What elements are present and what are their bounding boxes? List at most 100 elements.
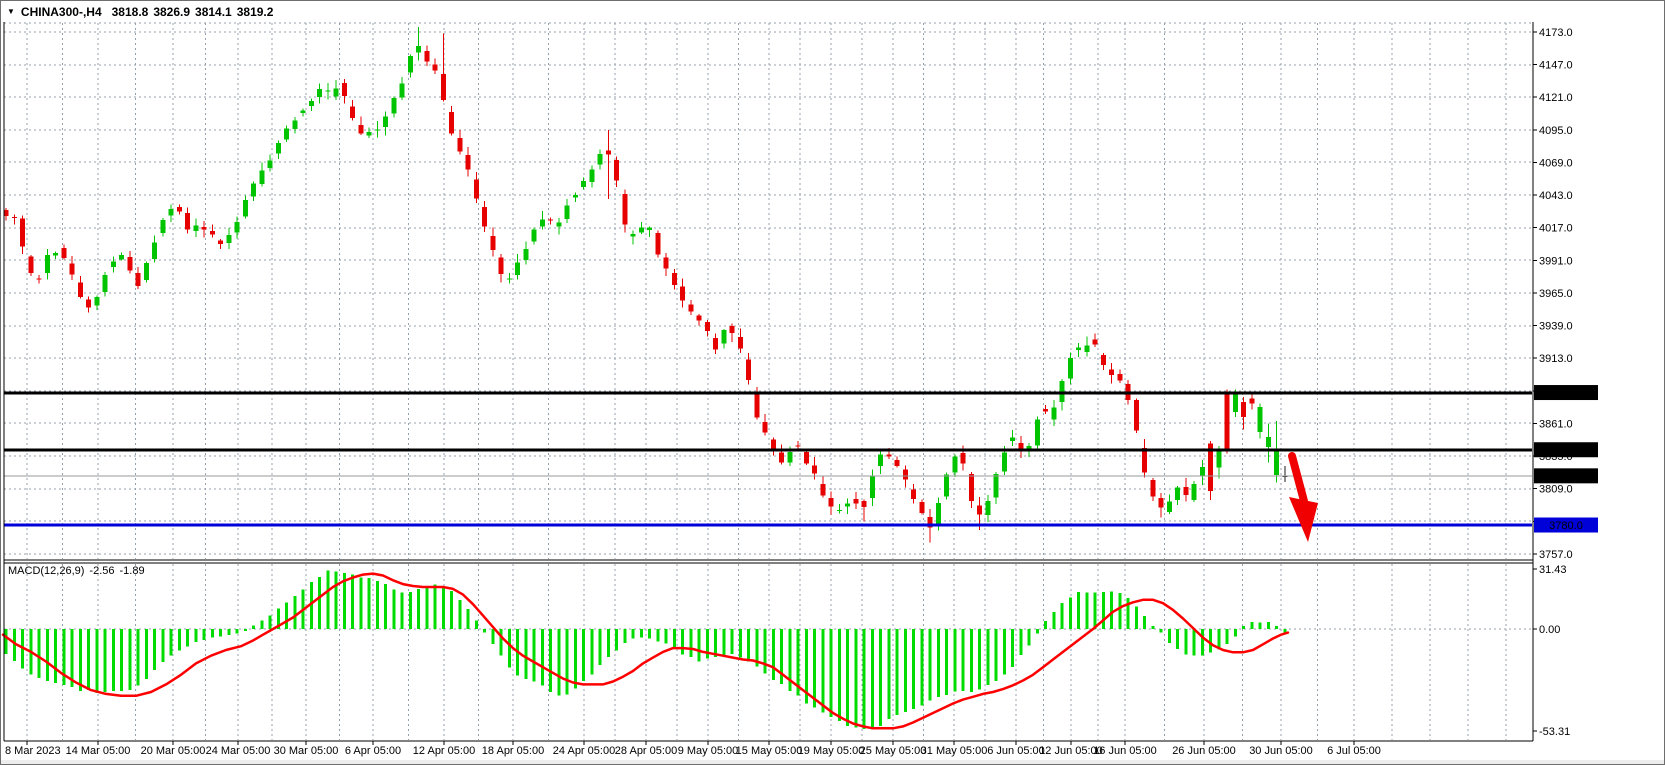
candle-body — [143, 262, 149, 281]
macd-histogram-bar — [219, 629, 222, 637]
time-tick-label: 25 May 05:00 — [860, 745, 927, 757]
macd-histogram-bar — [1200, 629, 1204, 656]
macd-histogram-bar — [87, 629, 90, 691]
candle-body — [993, 473, 999, 498]
macd-histogram-bar — [483, 629, 486, 633]
macd-histogram-bar — [1019, 629, 1023, 656]
candle-body — [127, 256, 133, 271]
macd-histogram-bar — [1258, 622, 1262, 629]
symbol-dropdown-icon[interactable]: ▼ — [7, 7, 15, 17]
macd-histogram-bar — [549, 629, 552, 692]
macd-histogram-bar — [615, 629, 618, 651]
candle-body — [911, 489, 916, 499]
candle-body — [853, 498, 859, 504]
candle-body — [275, 142, 281, 154]
macd-histogram-bar — [1068, 597, 1072, 629]
candle-body — [1191, 483, 1197, 501]
macd-histogram-bar — [441, 586, 445, 629]
macd-histogram-bar — [1077, 591, 1080, 629]
macd-histogram-bar — [268, 615, 272, 629]
candle-body — [473, 179, 479, 199]
macd-histogram-bar — [771, 629, 775, 680]
candle-body — [894, 460, 900, 466]
candle-body — [424, 51, 430, 62]
macd-histogram-bar — [639, 629, 643, 638]
candle-body — [1051, 407, 1057, 420]
time-tick-label: 24 Apr 05:00 — [553, 745, 615, 757]
candle-body — [902, 469, 908, 480]
macd-histogram-bar — [1143, 615, 1146, 629]
candle-body — [812, 465, 817, 474]
candle-body — [539, 219, 545, 227]
candle-body — [1249, 398, 1255, 404]
macd-histogram-bar — [1093, 592, 1097, 629]
time-tick-label: 30 Jun 05:00 — [1249, 745, 1313, 757]
macd-histogram-bar — [1002, 629, 1006, 675]
macd-histogram-bar — [186, 629, 189, 647]
macd-histogram-bar — [978, 629, 981, 690]
price-tick-label: 4095.0 — [1539, 125, 1573, 137]
candle-body — [523, 248, 529, 260]
macd-histogram-bar — [285, 602, 288, 629]
macd-histogram-bar — [95, 629, 99, 693]
macd-histogram-bar — [582, 629, 585, 682]
candle-body — [119, 255, 124, 260]
candle-body — [391, 98, 397, 114]
candle-body — [399, 83, 405, 98]
macd-histogram-bar — [474, 620, 478, 629]
macd-histogram-bar — [243, 629, 247, 632]
candle-body — [152, 242, 157, 259]
macd-histogram-bar — [1052, 612, 1056, 629]
macd-histogram-bar — [103, 629, 107, 692]
candle-body — [680, 286, 685, 301]
candle-body — [36, 278, 42, 280]
candle-body — [465, 154, 471, 170]
macd-histogram-bar — [945, 629, 948, 695]
time-tick-label: 6 Jun 05:00 — [987, 745, 1045, 757]
candle-body — [176, 206, 182, 212]
candle-body — [638, 227, 644, 233]
candle-body — [515, 262, 520, 275]
macd-histogram-bar — [961, 629, 965, 692]
macd-histogram-bar — [161, 629, 165, 663]
macd-histogram-bar — [730, 629, 734, 654]
candle-body — [1166, 501, 1172, 512]
macd-histogram-bar — [631, 629, 635, 639]
candle-body — [449, 112, 454, 134]
candle-body — [358, 124, 364, 134]
macd-histogram-bar — [854, 629, 858, 728]
macd-histogram-bar — [697, 629, 701, 662]
time-tick-label: 24 Mar 05:00 — [206, 745, 271, 757]
candle-body — [754, 394, 760, 418]
macd-histogram-bar — [293, 596, 297, 629]
candle-body — [737, 337, 743, 349]
candle-body — [234, 221, 240, 233]
macd-histogram-bar — [45, 629, 49, 681]
macd-histogram-bar — [425, 587, 429, 629]
candle-body — [787, 452, 793, 463]
macd-histogram-bar — [953, 629, 957, 692]
price-tick-label: 4017.0 — [1539, 223, 1573, 235]
price-tick-label: 4147.0 — [1539, 60, 1573, 72]
macd-histogram-bar — [1035, 629, 1039, 634]
candle-body — [828, 497, 834, 507]
macd-histogram-bar — [111, 629, 115, 692]
macd-histogram-bar — [408, 591, 412, 629]
macd-histogram-bar — [540, 629, 544, 686]
candle-body — [1158, 497, 1164, 508]
candle-body — [1034, 419, 1040, 446]
candle-body — [1001, 452, 1007, 472]
candle-body — [721, 330, 727, 344]
macd-histogram-bar — [813, 629, 816, 708]
time-tick-label: 31 May 05:00 — [921, 745, 988, 757]
macd-histogram-bar — [1192, 629, 1196, 656]
candle-body — [671, 272, 677, 286]
candle-body — [869, 476, 875, 499]
time-tick-label: 19 May 05:00 — [798, 745, 865, 757]
candle-body — [944, 474, 949, 497]
candle-body — [218, 240, 223, 245]
price-tick-label: 4173.0 — [1539, 27, 1573, 39]
macd-histogram-bar — [433, 584, 437, 629]
macd-histogram-bar — [507, 629, 511, 668]
macd-histogram-bar — [1027, 629, 1031, 646]
